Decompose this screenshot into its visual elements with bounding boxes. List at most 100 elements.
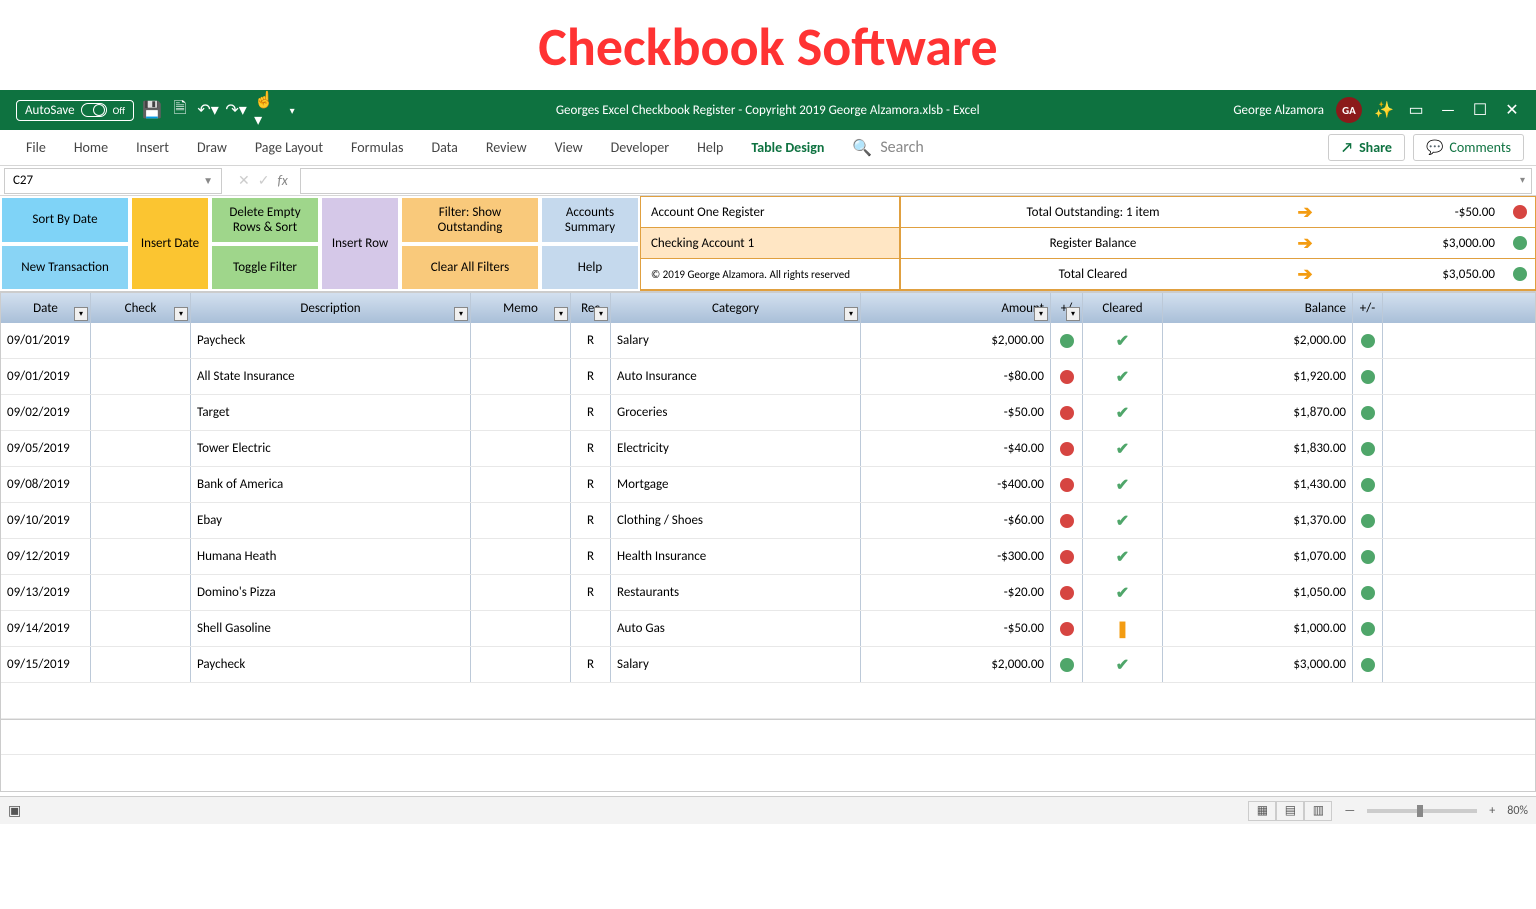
user-avatar[interactable]: GA [1336, 97, 1362, 123]
user-name[interactable]: George Alzamora [1233, 103, 1324, 118]
comments-button[interactable]: 💬 Comments [1413, 134, 1524, 161]
cell-date[interactable]: 09/15/2019 [1, 647, 91, 682]
zoom-in-button[interactable]: + [1489, 804, 1495, 818]
record-macro-icon[interactable]: ▣ [8, 802, 21, 819]
cell-check[interactable] [91, 503, 191, 538]
cell-balance[interactable]: $3,000.00 [1163, 647, 1353, 682]
cell-memo[interactable] [471, 359, 571, 394]
zoom-slider[interactable] [1367, 809, 1477, 813]
table-row[interactable]: 09/14/2019Shell GasolineAuto Gas-$50.00❚… [1, 611, 1535, 647]
cell-cleared[interactable]: ✔ [1083, 575, 1163, 610]
cell-cleared[interactable]: ✔ [1083, 503, 1163, 538]
share-button[interactable]: ↗ Share [1328, 134, 1405, 161]
filter-icon[interactable]: ▾ [594, 307, 608, 321]
cell-amount[interactable]: -$40.00 [861, 431, 1051, 466]
cell-date[interactable]: 09/14/2019 [1, 611, 91, 646]
save-as-icon[interactable]: 🗎 [170, 100, 190, 120]
cell-amount[interactable]: -$60.00 [861, 503, 1051, 538]
cell-date[interactable]: 09/01/2019 [1, 323, 91, 358]
col-category[interactable]: Category▾ [611, 293, 861, 323]
cell-amount[interactable]: -$300.00 [861, 539, 1051, 574]
new-transaction-button[interactable]: New Transaction [0, 244, 130, 292]
cell-category[interactable]: Salary [611, 323, 861, 358]
cell-cleared[interactable]: ✔ [1083, 647, 1163, 682]
table-row[interactable]: 09/02/2019TargetRGroceries-$50.00✔$1,870… [1, 395, 1535, 431]
cell-balance[interactable]: $2,000.00 [1163, 323, 1353, 358]
table-row[interactable]: 09/01/2019All State InsuranceRAuto Insur… [1, 359, 1535, 395]
cell-date[interactable]: 09/01/2019 [1, 359, 91, 394]
col-date[interactable]: Date▾ [1, 293, 91, 323]
account-name-cell[interactable]: Account One Register [641, 197, 899, 228]
ribbon-tab-review[interactable]: Review [472, 130, 541, 166]
cell-category[interactable]: Mortgage [611, 467, 861, 502]
zoom-out-button[interactable]: — [1344, 804, 1355, 818]
cell-check[interactable] [91, 647, 191, 682]
cell-date[interactable]: 09/10/2019 [1, 503, 91, 538]
cell-category[interactable]: Health Insurance [611, 539, 861, 574]
sort-by-date-button[interactable]: Sort By Date [0, 196, 130, 244]
cell-balance[interactable]: $1,050.00 [1163, 575, 1353, 610]
ribbon-tab-help[interactable]: Help [683, 130, 737, 166]
cell-memo[interactable] [471, 539, 571, 574]
cell-balance[interactable]: $1,870.00 [1163, 395, 1353, 430]
cell-check[interactable] [91, 359, 191, 394]
ribbon-tab-home[interactable]: Home [60, 130, 122, 166]
cell-rec[interactable] [571, 611, 611, 646]
cell-date[interactable]: 09/08/2019 [1, 467, 91, 502]
ribbon-tab-page-layout[interactable]: Page Layout [241, 130, 337, 166]
formula-input[interactable] [300, 168, 1532, 194]
delete-empty-rows-button[interactable]: Delete Empty Rows & Sort [210, 196, 320, 244]
cell-description[interactable]: Paycheck [191, 647, 471, 682]
cell-cleared[interactable]: ✔ [1083, 359, 1163, 394]
name-box[interactable]: C27 ▼ [4, 168, 222, 194]
cell-description[interactable]: Ebay [191, 503, 471, 538]
table-row[interactable]: 09/08/2019Bank of AmericaRMortgage-$400.… [1, 467, 1535, 503]
col-amount[interactable]: Amount▾ [861, 293, 1051, 323]
undo-icon[interactable]: ↶▾ [198, 100, 218, 120]
empty-row[interactable] [1, 719, 1535, 755]
col-memo[interactable]: Memo▾ [471, 293, 571, 323]
cell-category[interactable]: Electricity [611, 431, 861, 466]
filter-icon[interactable]: ▾ [174, 307, 188, 321]
cell-balance[interactable]: $1,920.00 [1163, 359, 1353, 394]
cell-amount[interactable]: -$50.00 [861, 611, 1051, 646]
col-check[interactable]: Check▾ [91, 293, 191, 323]
table-row[interactable]: 09/12/2019 Humana Heath RHealth Insurance-… [1, 539, 1535, 575]
cell-description[interactable]: Paycheck [191, 323, 471, 358]
cell-amount[interactable]: -$20.00 [861, 575, 1051, 610]
col-balance[interactable]: Balance [1163, 293, 1353, 323]
normal-view-button[interactable]: ▦ [1248, 801, 1276, 821]
cell-amount[interactable]: $2,000.00 [861, 647, 1051, 682]
cell-check[interactable] [91, 611, 191, 646]
cell-cleared[interactable]: ✔ [1083, 539, 1163, 574]
cell-rec[interactable]: R [571, 395, 611, 430]
filter-icon[interactable]: ▾ [1034, 307, 1048, 321]
cell-cleared[interactable]: ❚ [1083, 611, 1163, 646]
cell-memo[interactable] [471, 323, 571, 358]
table-row[interactable]: 09/01/2019PaycheckRSalary$2,000.00✔$2,00… [1, 323, 1535, 359]
tell-me-search[interactable]: 🔍 Search [852, 138, 923, 158]
ribbon-tab-file[interactable]: File [12, 130, 60, 166]
insert-date-button[interactable]: Insert Date [130, 196, 210, 291]
help-button[interactable]: Help [540, 244, 640, 292]
table-row[interactable]: 09/13/2019Domino's PizzaRRestaurants-$20… [1, 575, 1535, 611]
col-description[interactable]: Description▾ [191, 293, 471, 323]
cell-description[interactable]: Humana Heath [191, 539, 471, 574]
cell-rec[interactable]: R [571, 539, 611, 574]
ribbon-tab-insert[interactable]: Insert [122, 130, 183, 166]
autosave-toggle[interactable]: AutoSave Off [16, 100, 134, 121]
cell-description[interactable]: Bank of America [191, 467, 471, 502]
cell-memo[interactable] [471, 431, 571, 466]
cell-balance[interactable]: $1,830.00 [1163, 431, 1353, 466]
toggle-filter-button[interactable]: Toggle Filter [210, 244, 320, 292]
cell-rec[interactable]: R [571, 359, 611, 394]
cell-category[interactable]: Clothing / Shoes [611, 503, 861, 538]
cell-rec[interactable]: R [571, 431, 611, 466]
cell-date[interactable]: 09/12/2019 [1, 539, 91, 574]
cell-balance[interactable]: $1,430.00 [1163, 467, 1353, 502]
page-layout-button[interactable]: ▤ [1276, 801, 1304, 821]
col-rec[interactable]: Rec▾ [571, 293, 611, 323]
cell-amount[interactable]: -$400.00 [861, 467, 1051, 502]
account-subtitle-cell[interactable]: Checking Account 1 [641, 228, 899, 259]
table-row[interactable]: 09/05/2019Tower ElectricRElectricity-$40… [1, 431, 1535, 467]
